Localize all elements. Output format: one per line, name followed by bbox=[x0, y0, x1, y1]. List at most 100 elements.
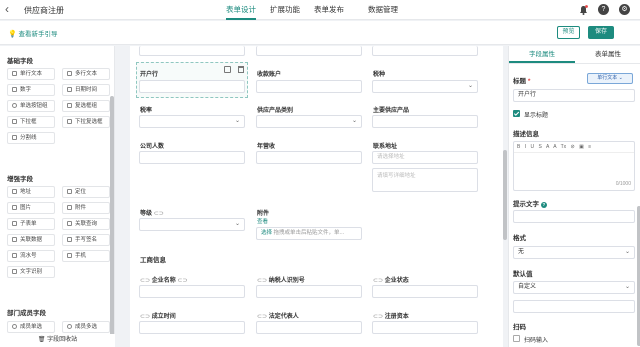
section-title: 工商信息 bbox=[140, 257, 166, 264]
field-serial[interactable]: 流水号 bbox=[7, 250, 55, 262]
field-checkbox[interactable]: 复选框组 bbox=[62, 100, 110, 112]
scan-label: 扫码 bbox=[513, 324, 526, 331]
tab-data-management[interactable]: 数据管理 bbox=[368, 0, 398, 20]
field-divider[interactable]: 分割线 bbox=[7, 132, 55, 144]
preview-button[interactable]: 预览 bbox=[557, 26, 580, 39]
account-input[interactable] bbox=[256, 80, 362, 93]
gear-icon[interactable]: ⚙ bbox=[619, 4, 630, 15]
image-icon[interactable]: ▣ bbox=[579, 144, 584, 150]
tax-type-select[interactable]: ⌄ bbox=[372, 80, 478, 93]
field-dropdown-multi[interactable]: 下拉复选框 bbox=[62, 116, 110, 128]
field-attachment[interactable]: 附件 bbox=[62, 202, 110, 214]
user-icon bbox=[12, 324, 17, 329]
field-radio[interactable]: 单选按钮组 bbox=[7, 100, 55, 112]
toolbar: 💡 查看新手引导 预览 保存 bbox=[0, 21, 640, 45]
tab-form-properties[interactable]: 表单属性 bbox=[575, 46, 640, 63]
address-select[interactable]: 请选择地址 bbox=[372, 151, 478, 164]
font-color-icon[interactable]: A bbox=[546, 144, 549, 150]
field-single-line[interactable]: 单行文本 bbox=[7, 68, 55, 80]
italic-icon[interactable]: I bbox=[525, 144, 526, 150]
company-input[interactable] bbox=[139, 285, 245, 298]
headcount-input[interactable] bbox=[139, 151, 245, 164]
field-box[interactable] bbox=[139, 46, 245, 56]
field-linked-data[interactable]: 关联数据 bbox=[7, 234, 55, 246]
field-box[interactable] bbox=[372, 46, 478, 56]
field-datetime[interactable]: 日期时间 bbox=[62, 84, 110, 96]
link-icon: ⊂⊃ bbox=[373, 278, 384, 284]
tab-field-properties[interactable]: 字段属性 bbox=[509, 46, 575, 63]
field-member-single[interactable]: 成员单选 bbox=[7, 321, 55, 333]
default-value-input[interactable] bbox=[513, 300, 635, 313]
attachment-upload[interactable]: 选择 拖拽或单击后粘贴文件，单... bbox=[256, 227, 362, 240]
bank-input[interactable] bbox=[139, 80, 245, 93]
category-select[interactable]: ⌄ bbox=[256, 115, 362, 128]
field-lookup[interactable]: 关联查询 bbox=[62, 218, 110, 230]
level-select[interactable]: ⌄ bbox=[139, 218, 245, 231]
save-button[interactable]: 保存 bbox=[588, 26, 614, 39]
field-signature[interactable]: 手写签名 bbox=[62, 234, 110, 246]
attachment-view-link[interactable]: 查看 bbox=[257, 217, 268, 225]
field-location[interactable]: 定位 bbox=[62, 186, 110, 198]
title-input[interactable]: 开户行 bbox=[513, 89, 635, 102]
list-icon[interactable]: ≡ bbox=[588, 144, 591, 150]
field-label-taxpayer-id: ⊂⊃ 纳税人识别号 bbox=[257, 278, 305, 284]
status-input[interactable] bbox=[372, 285, 478, 298]
tax-rate-select[interactable]: ⌄ bbox=[139, 115, 245, 128]
ocr-icon bbox=[12, 269, 17, 274]
taxpayer-id-input[interactable] bbox=[256, 285, 362, 298]
canvas-scrollbar[interactable] bbox=[503, 150, 507, 240]
field-image[interactable]: 图片 bbox=[7, 202, 55, 214]
title-label: 标题 * bbox=[513, 78, 531, 85]
tab-publish[interactable]: 表单发布 bbox=[314, 0, 344, 20]
trash-icon[interactable] bbox=[238, 66, 244, 73]
clear-format-icon[interactable]: Tx bbox=[561, 144, 567, 150]
legal-rep-input[interactable] bbox=[256, 321, 362, 334]
char-counter: 0/1000 bbox=[615, 181, 631, 187]
capital-input[interactable] bbox=[372, 321, 478, 334]
field-member-multi[interactable]: 成员多选 bbox=[62, 321, 110, 333]
link-icon: ⊂⊃ bbox=[373, 314, 384, 320]
format-select[interactable]: 无 ⌄ bbox=[513, 246, 635, 259]
hint-input[interactable] bbox=[513, 210, 635, 223]
tab-extensions[interactable]: 扩展功能 bbox=[270, 0, 300, 20]
field-label-revenue: 年营收 bbox=[257, 144, 276, 150]
bold-icon[interactable]: B bbox=[517, 144, 520, 150]
back-chevron-icon[interactable]: ‹ bbox=[5, 3, 9, 15]
field-number[interactable]: 数字 bbox=[7, 84, 55, 96]
strike-icon[interactable]: S bbox=[539, 144, 542, 150]
address-detail-input[interactable]: 请填写详细地址 bbox=[372, 168, 478, 192]
help-icon[interactable]: ? bbox=[598, 4, 609, 15]
field-label-bank: 开户行 bbox=[140, 72, 159, 78]
main-product-input[interactable] bbox=[372, 115, 478, 128]
field-subform[interactable]: 子表单 bbox=[7, 218, 55, 230]
link-icon: ⊂⊃ bbox=[140, 314, 151, 320]
description-editor[interactable]: B I U S A A Tx ⊘ ▣ ≡ 0/1000 bbox=[513, 141, 635, 191]
address-icon bbox=[12, 189, 17, 194]
recycle-bin[interactable]: 🗑 字段回收站 bbox=[0, 334, 115, 347]
scan-input-label: 扫码输入 bbox=[524, 338, 549, 344]
field-ocr[interactable]: 文字识别 bbox=[7, 266, 55, 278]
field-dropdown[interactable]: 下拉框 bbox=[7, 116, 55, 128]
guide-link[interactable]: 💡 查看新手引导 bbox=[8, 28, 58, 38]
palette-scrollbar[interactable] bbox=[110, 96, 114, 346]
top-header: ‹ 供应商注册 表单设计 扩展功能 表单发布 数据管理 ? ⚙ bbox=[0, 0, 640, 20]
scan-input-checkbox[interactable] bbox=[513, 335, 520, 342]
basic-fields-grid: 单行文本 多行文本 数字 日期时间 单选按钮组 复选框组 下拉框 下拉复选框 分… bbox=[7, 68, 110, 144]
bg-color-icon[interactable]: A bbox=[553, 144, 556, 150]
link-icon[interactable]: ⊘ bbox=[571, 144, 575, 150]
default-select[interactable]: 自定义 ⌄ bbox=[513, 281, 635, 294]
founded-input[interactable] bbox=[139, 321, 245, 334]
field-multi-line[interactable]: 多行文本 bbox=[62, 68, 110, 80]
copy-icon[interactable] bbox=[224, 66, 231, 73]
field-box[interactable] bbox=[256, 46, 362, 56]
field-phone[interactable]: 手机 bbox=[62, 250, 110, 262]
show-title-checkbox[interactable] bbox=[513, 110, 520, 117]
tab-form-design[interactable]: 表单设计 bbox=[226, 0, 256, 20]
link-icon: ⊂⊃ bbox=[257, 278, 268, 284]
revenue-input[interactable] bbox=[256, 151, 362, 164]
field-address[interactable]: 地址 bbox=[7, 186, 55, 198]
field-type-select[interactable]: 单行文本 ⌄ bbox=[587, 73, 633, 84]
bell-icon[interactable] bbox=[579, 4, 588, 15]
underline-icon[interactable]: U bbox=[531, 144, 535, 150]
textarea-icon bbox=[67, 71, 72, 76]
